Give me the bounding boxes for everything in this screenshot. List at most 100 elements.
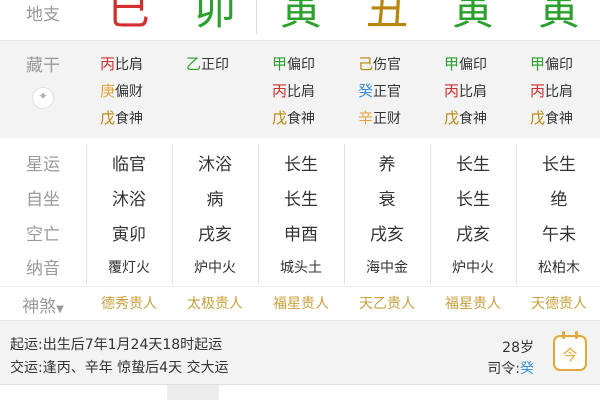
grid-cell: 沐浴: [112, 190, 146, 210]
grid-cell: 申酉: [284, 225, 318, 245]
branch-char-2: 卯: [193, 0, 236, 34]
stem-char: 戊: [444, 109, 460, 127]
branch-char-6: 寅: [537, 0, 580, 34]
jiaoyun-label: 交运:: [10, 360, 43, 376]
shensha-label: 神煞: [22, 297, 57, 317]
grid-cell: 长生: [284, 155, 318, 175]
stem-char: 庚: [100, 82, 116, 100]
shensha-dropdown[interactable]: 神煞▼: [0, 292, 86, 317]
grid-cell: 戌亥: [456, 225, 490, 245]
shensha-item: 福星贵人: [445, 296, 501, 312]
hidden-stem-line: 己伤官: [358, 51, 444, 78]
hidden-stems-col-1: 丙比肩 庚偏财 戊食神: [100, 51, 186, 132]
siling: 司令:癸: [487, 358, 534, 378]
grid-cell: 海中金: [366, 260, 408, 276]
hidden-stem-line: 丙比肩: [272, 78, 358, 105]
stem-char: 戊: [100, 109, 116, 127]
stem-char: 癸: [358, 82, 374, 100]
hidden-stems-col-2: 乙正印: [186, 51, 272, 78]
grid-cell: 衰: [378, 190, 396, 210]
hidden-stems-label: 藏干: [26, 56, 60, 76]
ten-god: 伤官: [373, 57, 402, 73]
stem-char: 甲: [444, 55, 460, 73]
grid-cell: 长生: [456, 155, 490, 175]
grid-cell: 覆灯火: [108, 260, 150, 276]
hidden-stem-line: 丙比肩: [100, 51, 186, 78]
grid-cell: 松柏木: [538, 260, 580, 276]
pillar-details-grid: 星运 临官 沐浴 长生 养 长生 长生 自坐 沐浴 病 长生 衰 长生 绝 空亡…: [0, 144, 600, 284]
grid-cell: 戌亥: [370, 225, 404, 245]
hidden-stem-line: 癸正官: [358, 78, 444, 105]
stem-char: 丙: [272, 82, 288, 100]
ten-god: 比肩: [459, 84, 488, 100]
stem-char: 戊: [272, 109, 288, 127]
earthly-branch-label: 地支: [26, 5, 60, 25]
ten-god: 食神: [459, 111, 488, 127]
hidden-stem-line: 戊食神: [444, 105, 530, 132]
ten-god: 食神: [287, 111, 316, 127]
age-value: 28岁: [502, 340, 534, 356]
grid-cell: 沐浴: [198, 155, 232, 175]
ten-god: 偏印: [459, 57, 488, 73]
grid-cell: 长生: [456, 190, 490, 210]
hidden-stems-col-6: 甲偏印 丙比肩 戊食神: [530, 51, 600, 132]
luck-info-panel: 起运:出生后7年1月24天18时起运 交运:逢丙、辛年 惊蛰后4天 交大运 28…: [0, 320, 600, 384]
branch-char-3: 寅: [279, 0, 322, 34]
stem-char: 丙: [444, 82, 460, 100]
grid-cell: 临官: [112, 155, 146, 175]
pin-button[interactable]: ✦: [32, 87, 54, 109]
grid-cell: 寅卯: [112, 225, 146, 245]
grid-cell: 炉中火: [452, 260, 494, 276]
grid-cell: 戌亥: [198, 225, 232, 245]
qiyun-text: 出生后7年1月24天18时起运: [42, 337, 223, 353]
siling-label: 司令:: [487, 361, 520, 377]
ten-god: 偏财: [115, 84, 144, 100]
tab-bar: [0, 384, 600, 400]
pin-icon: ✦: [38, 89, 49, 103]
qiyun-line: 起运:出生后7年1月24天18时起运: [10, 334, 222, 354]
row-label-zizuo: 自坐: [26, 190, 60, 210]
branch-char-1: 巳: [107, 0, 150, 34]
hidden-stem-line: 甲偏印: [272, 51, 358, 78]
hidden-stems-col-5: 甲偏印 丙比肩 戊食神: [444, 51, 530, 132]
siling-value: 癸: [520, 361, 534, 377]
ten-god: 比肩: [287, 84, 316, 100]
stem-char: 甲: [272, 55, 288, 73]
branch-char-5: 寅: [451, 0, 494, 34]
hidden-stem-line: 戊食神: [100, 105, 186, 132]
stem-char: 乙: [186, 55, 202, 73]
hidden-stems-col-4: 己伤官 癸正官 辛正财: [358, 51, 444, 132]
hidden-stem-line: 戊食神: [272, 105, 358, 132]
stem-char: 丙: [530, 82, 546, 100]
grid-cell: 病: [206, 190, 224, 210]
hidden-stems-section: 藏干 ✦ 丙比肩 庚偏财 戊食神 乙正印 甲偏印 丙比肩 戊食神 己伤官 癸正官…: [0, 40, 600, 138]
ten-god: 食神: [545, 111, 574, 127]
row-label-kongwang: 空亡: [26, 225, 60, 245]
stem-char: 戊: [530, 109, 546, 127]
ten-god: 比肩: [115, 57, 144, 73]
hidden-stem-line: 甲偏印: [444, 51, 530, 78]
stem-char: 己: [358, 55, 374, 73]
shensha-item: 天乙贵人: [359, 296, 415, 312]
stem-char: 甲: [530, 55, 546, 73]
shensha-item: 德秀贵人: [101, 296, 157, 312]
grid-cell: 养: [378, 155, 396, 175]
calendar-today-icon: 今: [562, 346, 578, 364]
shensha-item: 天德贵人: [531, 296, 587, 312]
grid-cell: 城头土: [280, 260, 322, 276]
today-calendar-button[interactable]: 今: [553, 331, 587, 371]
active-tab[interactable]: [167, 385, 219, 400]
hidden-stem-line: 戊食神: [530, 105, 600, 132]
ten-god: 食神: [115, 111, 144, 127]
branch-char-4: 丑: [365, 0, 408, 34]
caret-down-icon: ▼: [56, 304, 64, 315]
ten-god: 比肩: [545, 84, 574, 100]
grid-cell: 午未: [542, 225, 576, 245]
stem-char: 丙: [100, 55, 116, 73]
shensha-row[interactable]: 神煞▼ 德秀贵人 太极贵人 福星贵人 天乙贵人 福星贵人 天德贵人: [0, 286, 600, 318]
top-divider: [256, 0, 257, 34]
hidden-stem-line: 辛正财: [358, 105, 444, 132]
earthly-branch-row: 地支 巳 卯 寅 丑 寅 寅: [0, 0, 600, 38]
grid-cell: 长生: [542, 155, 576, 175]
jiaoyun-text: 逢丙、辛年 惊蛰后4天 交大运: [42, 360, 229, 376]
